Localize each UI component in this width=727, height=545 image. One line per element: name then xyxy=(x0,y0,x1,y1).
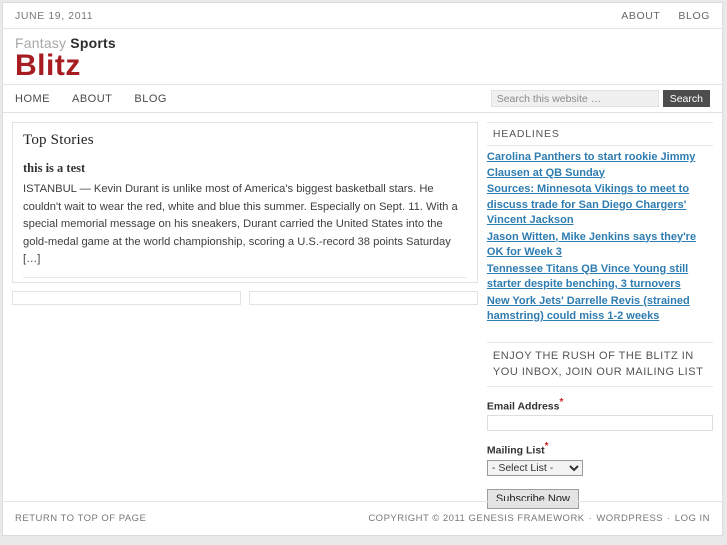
email-field[interactable] xyxy=(486,415,713,431)
list-item: New York Jets' Darrelle Revis (strained … xyxy=(487,294,713,325)
content-widget-left xyxy=(12,290,241,305)
list-label-text: Mailing List xyxy=(486,444,545,457)
post-title: this is a test xyxy=(23,161,86,175)
page-title: Top Stories xyxy=(23,132,94,148)
list-item: Tennessee Titans QB Vince Young still st… xyxy=(487,262,713,293)
email-label-text: Email Address xyxy=(486,400,560,412)
utility-nav-item-blog[interactable]: BLOG xyxy=(678,10,710,22)
list-item: Carolina Panthers to start rookie Jimmy … xyxy=(487,150,713,181)
footer-credits: COPYRIGHT © 2011 GENESIS FRAMEWORK · WOR… xyxy=(368,513,710,524)
search-form: Search xyxy=(490,90,710,107)
content-widget-row xyxy=(12,290,478,305)
utility-bar: JUNE 19, 2011 ABOUT BLOG xyxy=(3,3,722,29)
footer-separator-2: · xyxy=(667,513,671,524)
list-item: Sources: Minnesota Vikings to meet to di… xyxy=(487,182,713,229)
post-divider xyxy=(23,276,467,278)
copyright-text: COPYRIGHT © 2011 GENESIS FRAMEWORK xyxy=(368,513,585,524)
site-logo-tagline: Fantasy Sports xyxy=(15,35,710,51)
required-marker-list: * xyxy=(544,441,549,452)
login-link[interactable]: LOG IN xyxy=(675,513,710,524)
headline-link-1[interactable]: Carolina Panthers to start rookie Jimmy … xyxy=(487,150,713,181)
site-page: JUNE 19, 2011 ABOUT BLOG Fantasy Sports … xyxy=(2,2,723,536)
sidebar: HEADLINES Carolina Panthers to start roo… xyxy=(486,122,713,509)
list-item: Jason Witten, Mike Jenkins says they're … xyxy=(487,230,713,261)
headline-link-5[interactable]: New York Jets' Darrelle Revis (strained … xyxy=(487,294,713,325)
return-to-top-link[interactable]: RETURN TO TOP OF PAGE xyxy=(15,513,146,524)
headline-link-4[interactable]: Tennessee Titans QB Vince Young still st… xyxy=(487,262,713,293)
primary-nav: HOME ABOUT BLOG xyxy=(15,93,167,105)
headlines-widget-title: HEADLINES xyxy=(486,122,713,146)
content-widget-right xyxy=(248,290,478,305)
site-logo-link[interactable]: Fantasy Sports Blitz xyxy=(15,35,710,82)
footer-separator-1: · xyxy=(588,513,593,524)
browser-viewport: JUNE 19, 2011 ABOUT BLOG Fantasy Sports … xyxy=(0,0,727,545)
headline-link-3[interactable]: Jason Witten, Mike Jenkins says they're … xyxy=(487,230,713,261)
current-date: JUNE 19, 2011 xyxy=(15,9,94,22)
nav-item-blog[interactable]: BLOG xyxy=(134,93,167,105)
logo-word-blitz: Blitz xyxy=(15,49,81,82)
nav-item-about[interactable]: ABOUT xyxy=(72,93,112,105)
headlines-list: Carolina Panthers to start rookie Jimmy … xyxy=(487,150,713,325)
mailing-list-widget: ENJOY THE RUSH OF THE BLITZ IN YOU INBOX… xyxy=(486,341,713,509)
headline-link-2[interactable]: Sources: Minnesota Vikings to meet to di… xyxy=(487,182,713,229)
mailing-list-heading: ENJOY THE RUSH OF THE BLITZ IN YOU INBOX… xyxy=(486,341,713,387)
email-field-label: Email Address* xyxy=(487,397,713,413)
utility-nav: ABOUT BLOG xyxy=(621,10,710,22)
site-masthead: Fantasy Sports Blitz xyxy=(3,29,722,85)
wordpress-link[interactable]: WORDPRESS xyxy=(596,513,663,524)
post-excerpt: ISTANBUL — Kevin Durant is unlike most o… xyxy=(23,183,458,265)
mailing-list-field-label: Mailing List* xyxy=(487,441,713,457)
featured-posts-box: Top Stories this is a test ISTANBUL — Ke… xyxy=(12,122,478,283)
site-footer: RETURN TO TOP OF PAGE COPYRIGHT © 2011 G… xyxy=(3,501,722,535)
page-columns: Top Stories this is a test ISTANBUL — Ke… xyxy=(3,113,722,509)
utility-nav-item-about[interactable]: ABOUT xyxy=(621,10,660,22)
primary-nav-bar: HOME ABOUT BLOG Search xyxy=(3,85,722,113)
mailing-list-select[interactable]: - Select List - xyxy=(486,459,583,476)
nav-item-home[interactable]: HOME xyxy=(15,93,50,105)
main-content: Top Stories this is a test ISTANBUL — Ke… xyxy=(12,122,478,483)
required-marker-email: * xyxy=(559,396,564,408)
search-button[interactable]: Search xyxy=(662,90,710,107)
search-input[interactable] xyxy=(490,90,659,107)
